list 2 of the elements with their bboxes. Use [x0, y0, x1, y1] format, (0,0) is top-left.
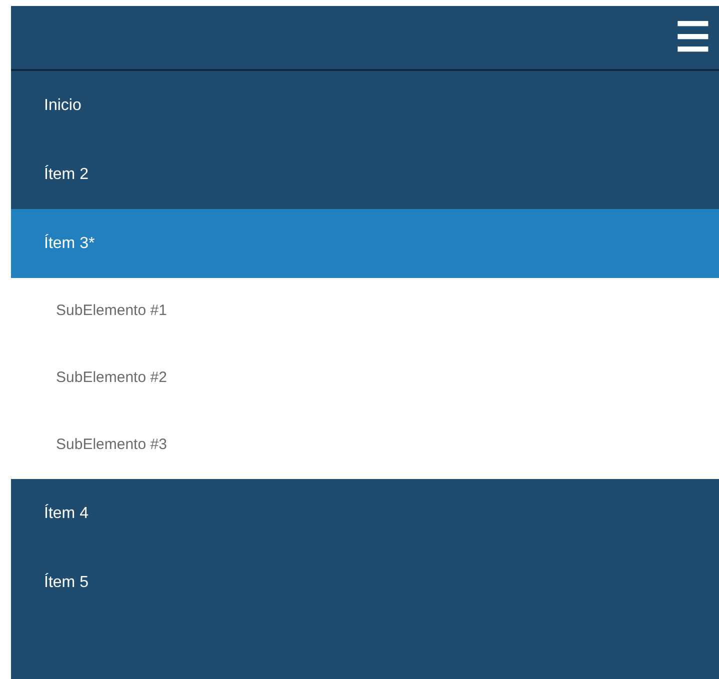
menu-item[interactable]: Ítem 3*: [11, 209, 719, 278]
menu-button[interactable]: ☰: [677, 22, 709, 54]
